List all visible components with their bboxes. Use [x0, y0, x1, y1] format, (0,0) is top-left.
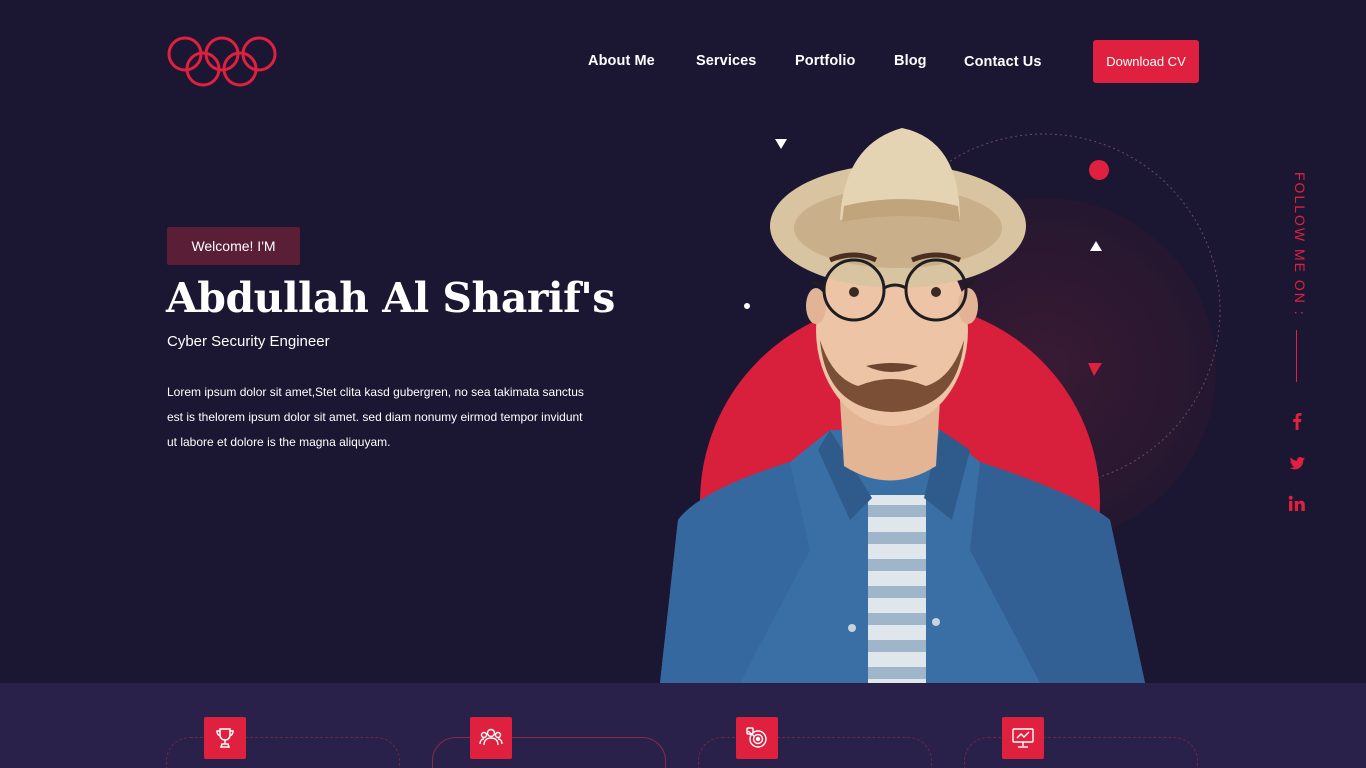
dot-shape — [744, 303, 750, 309]
hero-portrait — [660, 128, 1221, 683]
nav-blog[interactable]: Blog — [894, 53, 927, 69]
team-icon — [470, 717, 512, 759]
hero-description: Lorem ipsum dolor sit amet,Stet clita ka… — [167, 385, 584, 449]
feature-card[interactable] — [964, 737, 1198, 768]
feature-card[interactable] — [432, 737, 666, 768]
facebook-icon[interactable] — [1286, 410, 1308, 432]
triangle-shape — [775, 139, 787, 149]
hero-role: Cyber Security Engineer — [167, 333, 330, 350]
download-cv-button[interactable]: Download CV — [1093, 40, 1199, 83]
nav-portfolio[interactable]: Portfolio — [795, 53, 856, 69]
logo-rings-icon[interactable] — [166, 34, 278, 88]
feature-card[interactable] — [698, 737, 932, 768]
presentation-icon — [1002, 717, 1044, 759]
hero-name: Abdullah Al Sharif's — [166, 274, 615, 322]
target-icon — [736, 717, 778, 759]
feature-card[interactable] — [166, 737, 400, 768]
trophy-icon — [204, 717, 246, 759]
welcome-badge: Welcome! I'M — [167, 227, 300, 265]
twitter-icon[interactable] — [1286, 452, 1308, 474]
dot-shape — [1089, 160, 1109, 180]
nav-services[interactable]: Services — [696, 53, 756, 69]
linkedin-icon[interactable] — [1286, 493, 1308, 515]
follow-me-label: FOLLOW ME ON : — [1292, 172, 1308, 317]
follow-divider — [1296, 330, 1297, 382]
nav-about-me[interactable]: About Me — [588, 53, 655, 69]
nav-contact-us[interactable]: Contact Us — [964, 54, 1042, 70]
